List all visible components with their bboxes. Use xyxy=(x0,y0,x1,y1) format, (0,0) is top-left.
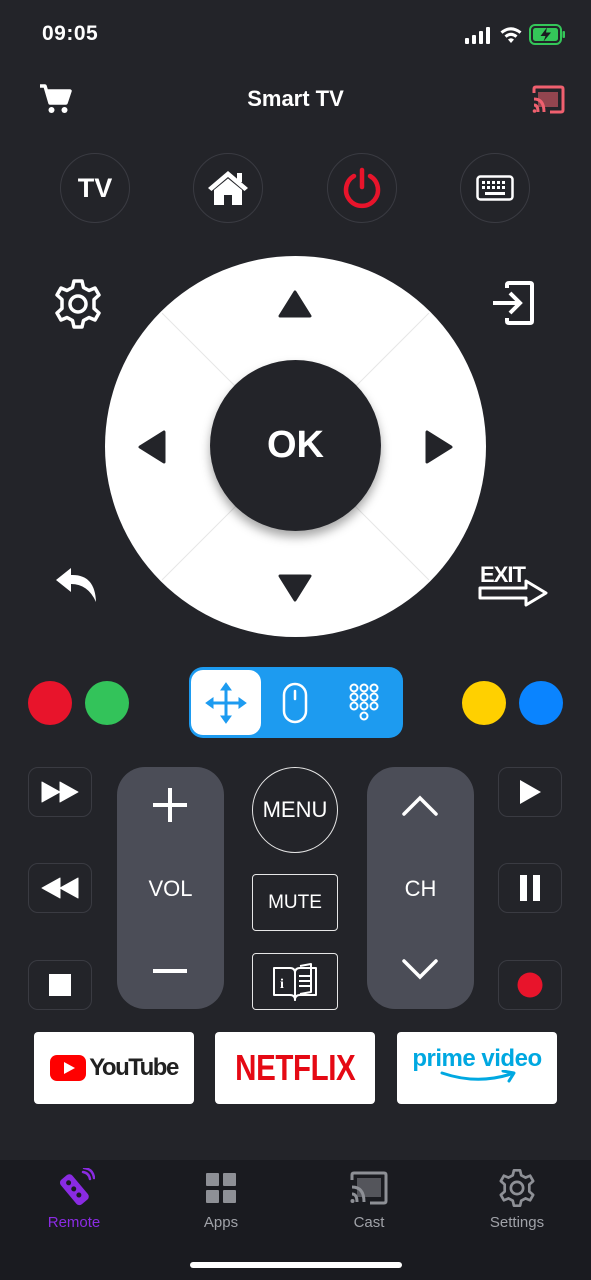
prime-video-app-button[interactable]: prime video xyxy=(397,1032,557,1104)
channel-up-button[interactable] xyxy=(401,792,439,823)
chevron-down-icon xyxy=(402,959,438,980)
tv-button[interactable]: TV xyxy=(60,153,130,223)
remote-icon xyxy=(59,1168,95,1206)
apps-grid-icon xyxy=(206,1173,236,1203)
home-button[interactable] xyxy=(193,153,263,223)
mute-button[interactable]: MUTE xyxy=(252,874,338,931)
ok-button-label: OK xyxy=(267,424,324,466)
prime-smile-icon xyxy=(440,1069,516,1082)
yellow-button[interactable] xyxy=(462,681,506,725)
youtube-app-button[interactable]: YouTube xyxy=(34,1032,194,1104)
youtube-label: YouTube xyxy=(89,1054,179,1081)
mode-mouse-tab[interactable] xyxy=(260,670,330,735)
plus-icon xyxy=(153,788,187,822)
youtube-logo-icon xyxy=(50,1055,87,1081)
channel-label: CH xyxy=(404,876,437,901)
stop-icon xyxy=(49,974,71,996)
record-icon xyxy=(517,972,543,998)
menu-button-label: MENU xyxy=(262,797,328,822)
rewind-icon xyxy=(41,877,79,899)
signal-icon xyxy=(465,27,493,49)
arrow-up-icon xyxy=(278,290,312,318)
status-time: 09:05 xyxy=(42,22,99,45)
red-button[interactable] xyxy=(28,681,72,725)
cast-connect-icon[interactable] xyxy=(531,85,565,120)
fast-forward-button[interactable] xyxy=(28,767,92,817)
cast-icon xyxy=(350,1171,388,1205)
dpad-up-button[interactable] xyxy=(278,290,312,323)
power-icon xyxy=(343,167,381,209)
chevron-up-icon xyxy=(402,795,438,816)
back-button[interactable] xyxy=(52,558,104,615)
blue-button[interactable] xyxy=(519,681,563,725)
page-title: Smart TV xyxy=(247,86,344,111)
play-button[interactable] xyxy=(498,767,562,817)
battery-charging-icon xyxy=(529,24,567,50)
settings-gear-button[interactable] xyxy=(52,278,104,335)
rewind-button[interactable] xyxy=(28,863,92,913)
numpad-icon xyxy=(349,683,379,720)
input-source-icon xyxy=(493,281,534,325)
gear-icon xyxy=(55,279,101,329)
dpad-down-button[interactable] xyxy=(278,574,312,607)
fast-forward-icon xyxy=(41,781,79,803)
mode-dpad-tab[interactable] xyxy=(191,670,261,735)
keyboard-button[interactable] xyxy=(460,153,530,223)
netflix-label: NETFLIX xyxy=(234,1047,356,1088)
volume-up-button[interactable] xyxy=(150,785,190,830)
tab-remote[interactable]: Remote xyxy=(0,1168,148,1231)
settings-icon xyxy=(499,1168,535,1208)
move-arrows-icon xyxy=(205,681,247,724)
prime-video-label: prime video xyxy=(412,1044,542,1072)
dpad-right-button[interactable] xyxy=(425,430,453,469)
guide-book-icon: i xyxy=(273,962,317,1001)
tab-remote-label: Remote xyxy=(47,1214,101,1231)
dpad-left-button[interactable] xyxy=(138,430,166,469)
volume-down-button[interactable] xyxy=(150,950,190,995)
mode-numpad-tab[interactable] xyxy=(329,670,399,735)
volume-label: VOL xyxy=(148,876,193,901)
guide-button[interactable]: i xyxy=(252,953,338,1010)
play-icon xyxy=(520,780,541,804)
ok-button[interactable]: OK xyxy=(210,360,381,531)
exit-arrow-icon xyxy=(478,579,548,607)
home-indicator[interactable] xyxy=(190,1262,402,1268)
home-icon xyxy=(208,171,248,205)
input-source-button[interactable] xyxy=(490,280,536,331)
mouse-icon xyxy=(282,682,308,723)
arrow-left-icon xyxy=(138,430,166,464)
stop-button[interactable] xyxy=(28,960,92,1010)
netflix-app-button[interactable]: NETFLIX xyxy=(215,1032,375,1104)
svg-text:i: i xyxy=(280,977,284,992)
wifi-icon xyxy=(499,25,523,49)
keyboard-icon xyxy=(476,175,514,201)
back-arrow-icon xyxy=(56,568,96,602)
tab-settings-label: Settings xyxy=(489,1214,545,1231)
minus-icon xyxy=(153,969,187,973)
arrow-down-icon xyxy=(278,574,312,602)
mute-button-label: MUTE xyxy=(268,891,322,913)
pause-button[interactable] xyxy=(498,863,562,913)
power-button[interactable] xyxy=(327,153,397,223)
arrow-right-icon xyxy=(425,430,453,464)
tv-button-label: TV xyxy=(77,172,113,203)
tab-apps[interactable]: Apps xyxy=(147,1168,295,1231)
channel-down-button[interactable] xyxy=(401,957,439,988)
tab-cast-label: Cast xyxy=(353,1214,385,1231)
tab-apps-label: Apps xyxy=(203,1214,239,1231)
record-button[interactable] xyxy=(498,960,562,1010)
green-button[interactable] xyxy=(85,681,129,725)
menu-button[interactable]: MENU xyxy=(252,767,338,853)
tab-cast[interactable]: Cast xyxy=(295,1168,443,1231)
tab-settings[interactable]: Settings xyxy=(443,1168,591,1231)
pause-icon xyxy=(520,875,540,901)
